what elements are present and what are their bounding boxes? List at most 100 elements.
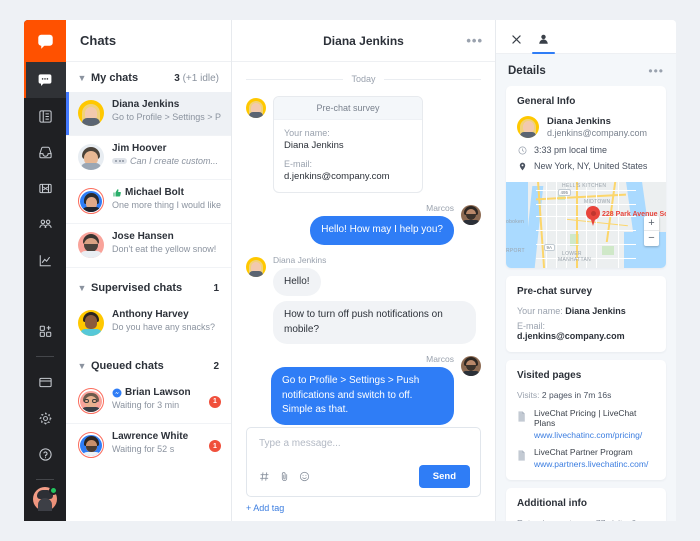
- add-tag-button[interactable]: + Add tag: [246, 503, 481, 513]
- avatar: [246, 256, 266, 277]
- chevron-down-icon: ▼: [77, 73, 87, 83]
- avatar: [78, 310, 104, 336]
- reports-icon: [39, 254, 51, 266]
- chat-row-michael-bolt[interactable]: Michael Bolt One more thing I would like…: [66, 180, 231, 224]
- rail-item-window[interactable]: [24, 364, 66, 400]
- section-supervised-chats[interactable]: ▼ Supervised chats 1: [66, 268, 231, 302]
- close-panel-button[interactable]: [510, 20, 523, 54]
- archives-icon: [38, 109, 52, 123]
- rail-item-archives[interactable]: [24, 98, 66, 134]
- message-bubble: How to turn off push notifications on mo…: [273, 301, 476, 344]
- rail-item-settings[interactable]: [24, 400, 66, 436]
- visits-summary: Visits: 2 pages in 7m 16s: [517, 390, 655, 400]
- chat-row-jose-hansen[interactable]: Jose Hansen Don't eat the yellow snow!: [66, 224, 231, 268]
- prechat-value: d.jenkins@company.com: [517, 331, 625, 341]
- location-map[interactable]: HELL'S KITCHEN MIDTOWN oboken RPORT LOWE…: [506, 182, 666, 268]
- map-park-2: [602, 246, 614, 255]
- visits-value: 2 pages in 7m 16s: [541, 390, 612, 400]
- chat-meta: Michael Bolt One more thing I would like…: [104, 187, 221, 210]
- day-separator-label: Today: [351, 74, 376, 84]
- customer-name: Diana Jenkins: [547, 116, 611, 127]
- tab-customer-details[interactable]: [532, 20, 555, 54]
- section-count: 1: [213, 282, 219, 294]
- chat-meta: Anthony Harvey Do you have any snacks?: [104, 309, 221, 332]
- rail-item-help[interactable]: [24, 436, 66, 472]
- gear-icon: [38, 411, 52, 425]
- card-additional-info: Additional info Returning customer: 77 v…: [506, 488, 666, 521]
- avatar-ring-wrap: [78, 188, 104, 214]
- survey-field-value: d.jenkins@company.com: [284, 171, 390, 182]
- avatar: [246, 98, 266, 118]
- team-icon: [38, 219, 52, 228]
- chat-row-diana-jenkins[interactable]: Diana Jenkins Go to Profile > Settings >…: [66, 92, 231, 136]
- message-column: Pre-chat survey Your name: Diana Jenkins…: [266, 96, 423, 193]
- visited-page-url[interactable]: www.partners.livechatinc.com/: [534, 459, 648, 469]
- chevron-down-icon: ▼: [77, 283, 87, 293]
- rail-divider: [36, 356, 54, 357]
- map-zoom-in-button[interactable]: +: [644, 216, 659, 231]
- ellipsis-icon[interactable]: •••: [648, 65, 664, 77]
- day-separator: Today: [246, 74, 481, 84]
- livechat-logo-icon[interactable]: [24, 20, 66, 62]
- rail-item-team[interactable]: [24, 206, 66, 242]
- message-sender: Diana Jenkins: [273, 254, 327, 265]
- tickets-inbox-icon: [38, 146, 52, 158]
- prechat-row-email: E-mail: d.jenkins@company.com: [517, 321, 655, 341]
- avatar: [80, 391, 102, 412]
- chat-row-brian-lawson[interactable]: Brian Lawson Waiting for 3 min 1: [66, 380, 231, 424]
- customer-icon: [539, 34, 548, 44]
- avatar: [461, 356, 481, 376]
- chat-meta: Jim Hoover Can I create custom...: [104, 143, 221, 166]
- customer-local-time-row: 3:33 pm local time: [517, 145, 655, 155]
- rail-item-chats[interactable]: [24, 62, 66, 98]
- rail-item-engage[interactable]: [24, 170, 66, 206]
- visited-page-text: LiveChat Pricing | LiveChat Plans www.li…: [528, 408, 655, 440]
- chat-meta: Brian Lawson Waiting for 3 min: [104, 387, 209, 410]
- composer-toolbar: Send: [259, 465, 470, 488]
- message-input[interactable]: Type a message...: [259, 438, 470, 449]
- message-outgoing-2: Marcos Go to Profile > Settings > Push n…: [246, 354, 481, 427]
- map-zoom-out-button[interactable]: −: [644, 231, 659, 246]
- visited-page-url[interactable]: www.livechatinc.com/pricing/: [534, 430, 655, 440]
- section-my-chats[interactable]: ▼ My chats 3 (+1 idle): [66, 62, 231, 92]
- avatar: [78, 100, 104, 126]
- chat-feed-title: Diana Jenkins: [323, 33, 404, 48]
- map-pin-icon: [517, 162, 527, 171]
- customer-location: New York, NY, United States: [534, 161, 648, 171]
- chat-meta: Jose Hansen Don't eat the yellow snow!: [104, 231, 221, 254]
- chat-row-jim-hoover[interactable]: Jim Hoover Can I create custom...: [66, 136, 231, 180]
- prechat-survey-body: Pre-chat survey Your name: Diana Jenkins…: [506, 276, 666, 352]
- prechat-survey-body: Your name: Diana Jenkins E-mail: d.jenki…: [274, 120, 422, 192]
- card-prechat-survey: Pre-chat survey Your name: Diana Jenkins…: [506, 276, 666, 352]
- message-column: Diana Jenkins Hello!: [266, 254, 327, 296]
- rail-item-tickets[interactable]: [24, 134, 66, 170]
- visited-page-item[interactable]: LiveChat Pricing | LiveChat Plans www.li…: [517, 408, 655, 440]
- avatar: [80, 191, 102, 212]
- prechat-survey-title: Pre-chat survey: [517, 286, 593, 297]
- card-general-info: General Info Diana Jenkins d.jenkins@com…: [506, 86, 666, 268]
- details-title: Details: [508, 65, 546, 77]
- rail-item-apps[interactable]: [24, 313, 66, 349]
- message-prechat-survey: Pre-chat survey Your name: Diana Jenkins…: [246, 96, 481, 193]
- paperclip-icon[interactable]: [279, 471, 290, 482]
- visited-page-item[interactable]: LiveChat Partner Program www.partners.li…: [517, 447, 655, 469]
- chat-row-name: Jim Hoover: [112, 143, 167, 154]
- ellipsis-icon[interactable]: •••: [466, 34, 483, 47]
- chat-row-preview: Go to Profile > Settings > Pu...: [112, 112, 221, 122]
- map-zoom-controls[interactable]: + −: [644, 216, 659, 246]
- section-queued-chats[interactable]: ▼ Queued chats 2: [66, 346, 231, 380]
- current-user-avatar[interactable]: [33, 486, 58, 511]
- chat-row-name: Michael Bolt: [125, 187, 184, 198]
- chat-row-lawrence-white[interactable]: Lawrence White Waiting for 52 s 1: [66, 424, 231, 468]
- emoji-icon[interactable]: [299, 471, 310, 482]
- rail-item-reports[interactable]: [24, 242, 66, 278]
- avatar-spacer: [246, 301, 266, 344]
- chat-row-anthony-harvey[interactable]: Anthony Harvey Do you have any snacks?: [66, 302, 231, 346]
- message-column: Marcos Go to Profile > Settings > Push n…: [271, 354, 461, 427]
- pin-tip: [589, 215, 597, 226]
- message-composer[interactable]: Type a message... Send: [246, 427, 481, 497]
- hash-icon[interactable]: [259, 471, 270, 482]
- chevron-down-icon: ▼: [77, 361, 87, 371]
- send-button[interactable]: Send: [418, 465, 470, 488]
- prechat-row-name: Your name: Diana Jenkins: [517, 306, 655, 316]
